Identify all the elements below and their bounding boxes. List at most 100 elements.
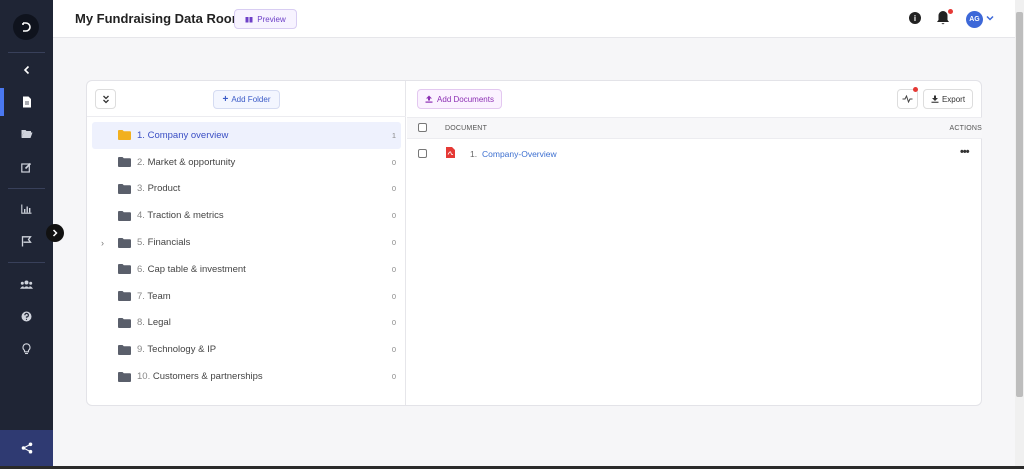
lightbulb-icon [22,343,31,355]
export-label: Export [941,94,966,104]
folder-count: 0 [391,157,396,167]
folder-item[interactable]: 3. Product 0 [87,176,406,203]
folder-icon [118,130,131,141]
activity-button[interactable] [897,89,918,109]
add-folder-label: Add Folder [231,95,271,104]
folder-open-icon [21,130,32,138]
folder-item[interactable]: 2. Market & opportunity 0 [87,149,406,176]
help-icon [21,311,32,321]
folder-icon [118,237,131,248]
folder-count: 0 [391,372,396,382]
share-button[interactable] [0,430,53,466]
logo-icon [22,22,31,32]
sidebar-divider [8,52,45,53]
top-bar: My Fundraising Data Room Preview i AG [53,0,1015,38]
folder-count: 0 [391,291,396,301]
folder-list: 1. Company overview 1 2. Market & opport… [87,122,406,390]
row-number: 1. [470,149,478,159]
more-actions-icon[interactable]: ••• [960,146,970,158]
column-header-actions: ACTIONS [949,125,982,132]
chevron-left-icon [23,65,29,75]
folder-icon [118,344,131,355]
folder-item[interactable]: 4. Traction & metrics 0 [87,202,406,229]
folder-item[interactable]: 8. Legal 0 [87,310,406,337]
pdf-file-icon [446,147,455,158]
folder-icon [118,264,131,275]
bar-chart-icon [21,204,32,214]
folder-label: 10. Customers & partnerships [137,371,263,383]
column-header-document: DOCUMENT [445,125,488,132]
folder-label: 7. Team [137,290,171,302]
scrollbar-thumb[interactable] [1016,12,1023,397]
add-folder-button[interactable]: + Add Folder [213,90,280,109]
folder-count: 0 [391,264,396,274]
folder-label: 5. Financials [137,237,191,249]
sidebar-divider [8,188,45,189]
folder-icon [118,210,131,221]
page-scrollbar[interactable] [1015,0,1024,466]
flag-icon [21,235,32,246]
folder-label: 6. Cap table & investment [137,263,246,275]
app-logo[interactable] [13,14,39,40]
activity-notification-dot [913,87,918,92]
folder-item[interactable]: › 5. Financials 0 [87,229,406,256]
select-all-checkbox[interactable] [418,123,427,132]
document-link[interactable]: Company-Overview [482,149,557,159]
sidebar-item-team[interactable] [0,271,53,297]
folder-label: 9. Technology & IP [137,344,217,356]
data-room-card: + Add Folder 1. Company overview 1 2. Ma… [86,80,982,406]
preview-icon [245,16,253,22]
sidebar-item-back[interactable] [0,57,53,83]
folders-toolbar: + Add Folder [87,81,406,117]
documents-panel: Add Documents Export DOCUMENT ACTIONS 1.… [407,81,982,405]
folder-icon [118,371,131,382]
document-icon [22,96,31,108]
folder-label: 8. Legal [137,317,171,329]
folder-item[interactable]: 10. Customers & partnerships 0 [87,363,406,390]
folder-item[interactable]: 1. Company overview 1 [92,122,401,149]
folder-count: 0 [391,238,396,248]
download-icon [931,95,939,103]
chevron-right-icon [52,229,58,237]
notification-dot [948,9,953,14]
export-button[interactable]: Export [923,89,973,109]
folder-label: 2. Market & opportunity [137,156,236,168]
documents-toolbar: Add Documents Export [407,81,982,117]
sidebar-item-edit[interactable] [0,154,53,180]
folder-label: 1. Company overview [137,129,229,141]
sidebar-item-ideas[interactable] [0,336,53,362]
sidebar-expand-button[interactable] [46,224,64,242]
page-title: My Fundraising Data Room [75,11,244,26]
folder-item[interactable]: 6. Cap table & investment 0 [87,256,406,283]
sidebar-item-documents[interactable] [0,89,53,115]
folder-icon [118,183,131,194]
avatar[interactable]: AG [966,11,983,28]
expand-caret-icon[interactable]: › [101,238,109,248]
folder-count: 0 [391,211,396,221]
table-header: DOCUMENT ACTIONS [407,117,982,139]
preview-button[interactable]: Preview [234,9,297,29]
folder-count: 0 [391,184,396,194]
double-chevron-down-icon [102,95,109,103]
share-icon [21,442,32,454]
add-documents-button[interactable]: Add Documents [417,89,502,109]
activity-icon [902,95,913,103]
info-icon[interactable]: i [909,12,921,24]
row-checkbox[interactable] [418,149,427,158]
sidebar-item-analytics[interactable] [0,196,53,222]
upload-icon [425,95,433,103]
sidebar-item-folders[interactable] [0,121,53,147]
folder-item[interactable]: 9. Technology & IP 0 [87,336,406,363]
chevron-down-icon[interactable] [985,13,995,23]
expand-all-button[interactable] [95,89,116,109]
users-icon [20,280,33,289]
plus-icon: + [222,93,229,105]
folder-count: 0 [391,318,396,328]
edit-icon [21,162,32,173]
sidebar-item-help[interactable] [0,303,53,329]
table-row[interactable]: 1. Company-Overview ••• [407,141,982,165]
folder-count: 0 [391,345,396,355]
folder-item[interactable]: 7. Team 0 [87,283,406,310]
folders-panel: + Add Folder 1. Company overview 1 2. Ma… [87,81,406,405]
folder-label: 4. Traction & metrics [137,210,224,222]
